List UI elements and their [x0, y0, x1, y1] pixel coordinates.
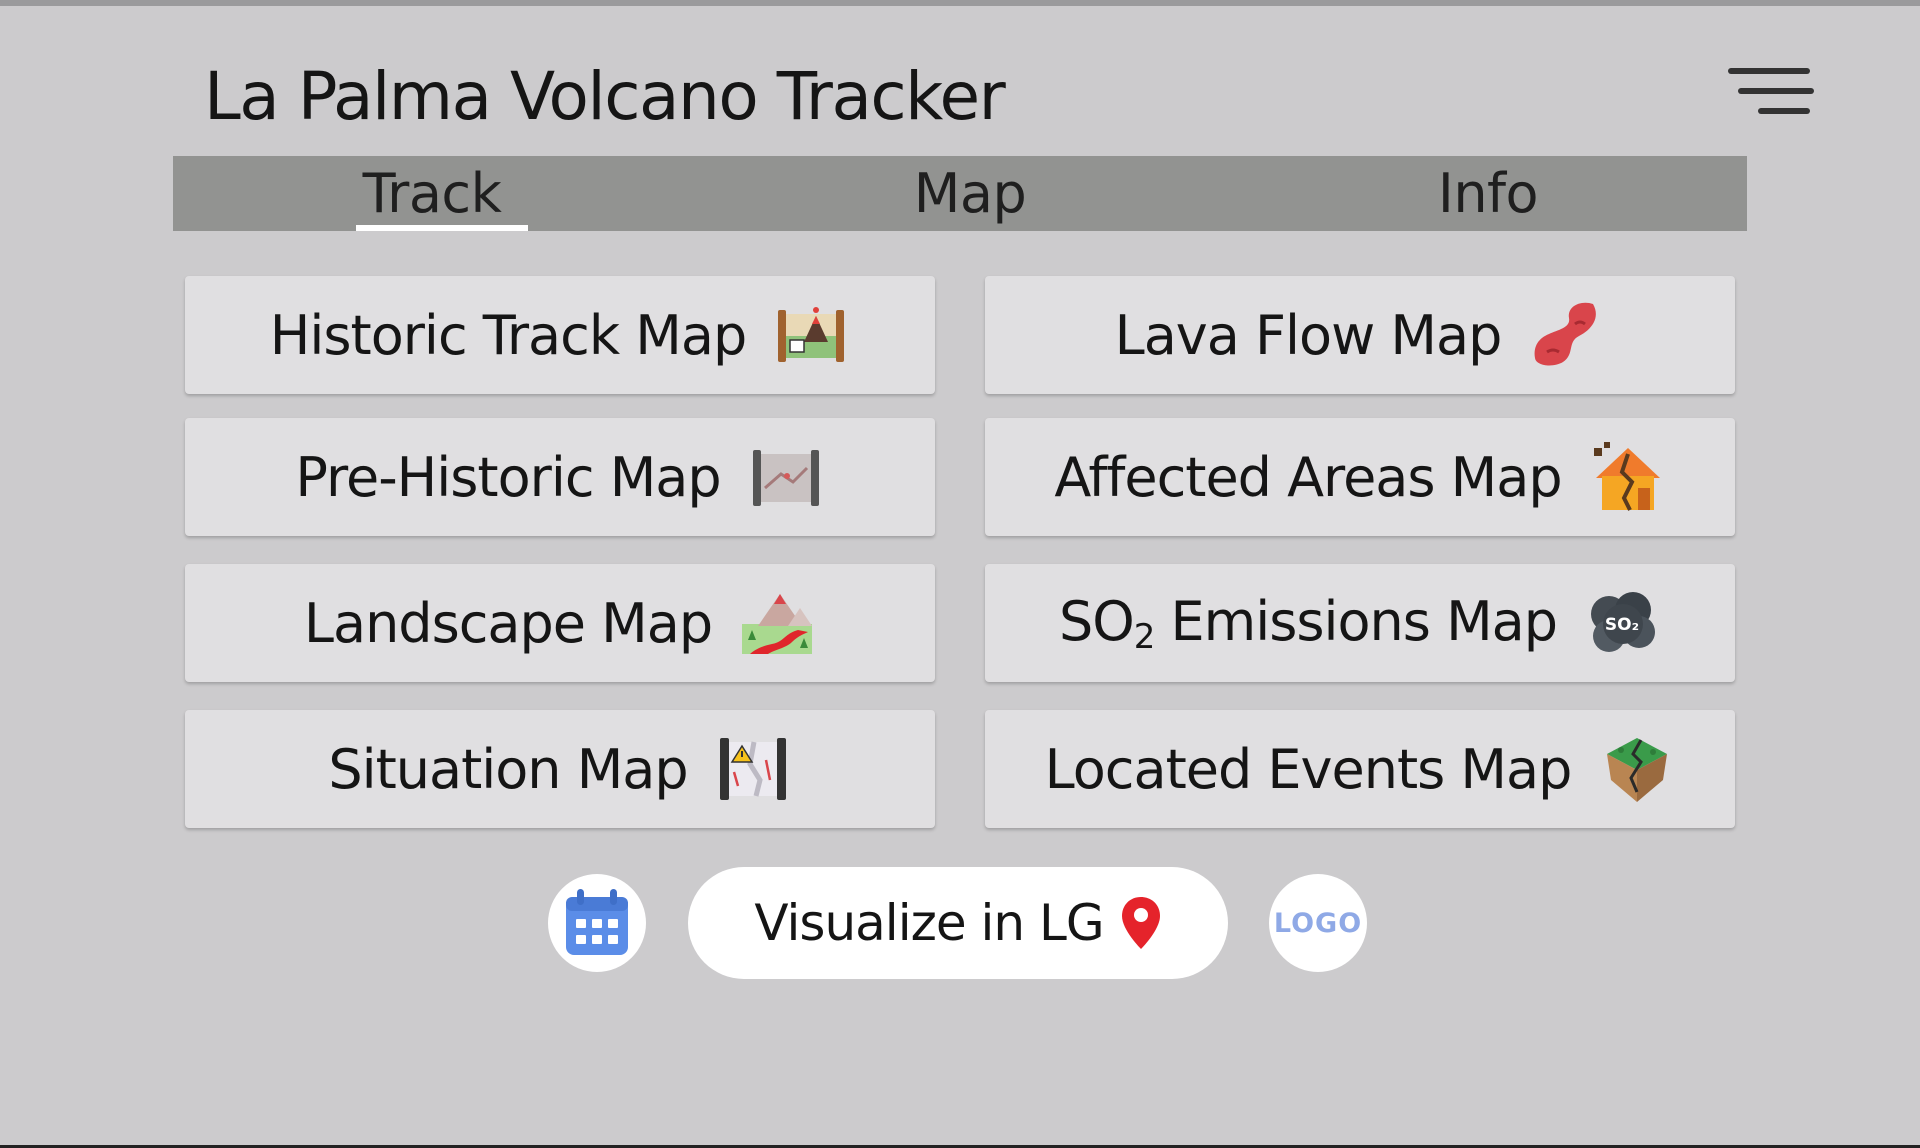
so2-cloud-icon: SO₂ [1583, 584, 1661, 662]
visualize-in-lg-label: Visualize in LG [754, 894, 1104, 952]
so2-label-prefix: SO [1058, 589, 1135, 653]
tab-info[interactable]: Info [1229, 156, 1747, 231]
lava-flow-map-button[interactable]: Lava Flow Map [985, 276, 1735, 394]
app-title: La Palma Volcano Tracker [204, 58, 1006, 135]
calendar-icon [566, 889, 628, 955]
calendar-button[interactable] [548, 874, 646, 972]
so2-emissions-map-label: SO2 Emissions Map [1058, 589, 1559, 657]
prehistoric-map-label: Pre-Historic Map [295, 445, 721, 509]
prehistoric-map-icon [747, 438, 825, 516]
tab-map[interactable]: Map [711, 156, 1229, 231]
top-rule [0, 0, 1920, 6]
historic-track-map-label: Historic Track Map [269, 303, 747, 367]
affected-areas-map-label: Affected Areas Map [1054, 445, 1562, 509]
hamburger-menu-icon [1728, 68, 1814, 114]
historic-track-map-button[interactable]: Historic Track Map [185, 276, 935, 394]
lava-flow-icon [1527, 296, 1605, 374]
situation-map-label: Situation Map [328, 737, 688, 801]
visualize-in-lg-button[interactable]: Visualize in LG [688, 867, 1228, 979]
situation-map-icon [714, 730, 792, 808]
logo-text: LOGO [1273, 907, 1363, 939]
landscape-icon [738, 584, 816, 662]
situation-map-button[interactable]: Situation Map [185, 710, 935, 828]
lava-flow-map-label: Lava Flow Map [1114, 303, 1503, 367]
so2-label-suffix: Emissions Map [1154, 589, 1559, 653]
earthquake-icon [1597, 730, 1675, 808]
location-pin-icon [1121, 897, 1160, 949]
tab-track[interactable]: Track [173, 156, 711, 231]
so2-label-subscript: 2 [1133, 616, 1156, 657]
located-events-map-button[interactable]: Located Events Map [985, 710, 1735, 828]
landscape-map-button[interactable]: Landscape Map [185, 564, 935, 682]
so2-icon-text: SO₂ [1605, 615, 1639, 635]
house-damage-icon [1588, 438, 1666, 516]
tab-bar: Track Map Info [173, 156, 1747, 231]
so2-emissions-map-button[interactable]: SO2 Emissions Map SO₂ [985, 564, 1735, 682]
located-events-map-label: Located Events Map [1044, 737, 1573, 801]
landscape-map-label: Landscape Map [303, 591, 713, 655]
affected-areas-map-button[interactable]: Affected Areas Map [985, 418, 1735, 536]
menu-button[interactable] [1728, 66, 1814, 118]
historic-map-icon [772, 296, 850, 374]
prehistoric-map-button[interactable]: Pre-Historic Map [185, 418, 935, 536]
logo-button[interactable]: LOGO [1269, 874, 1367, 972]
